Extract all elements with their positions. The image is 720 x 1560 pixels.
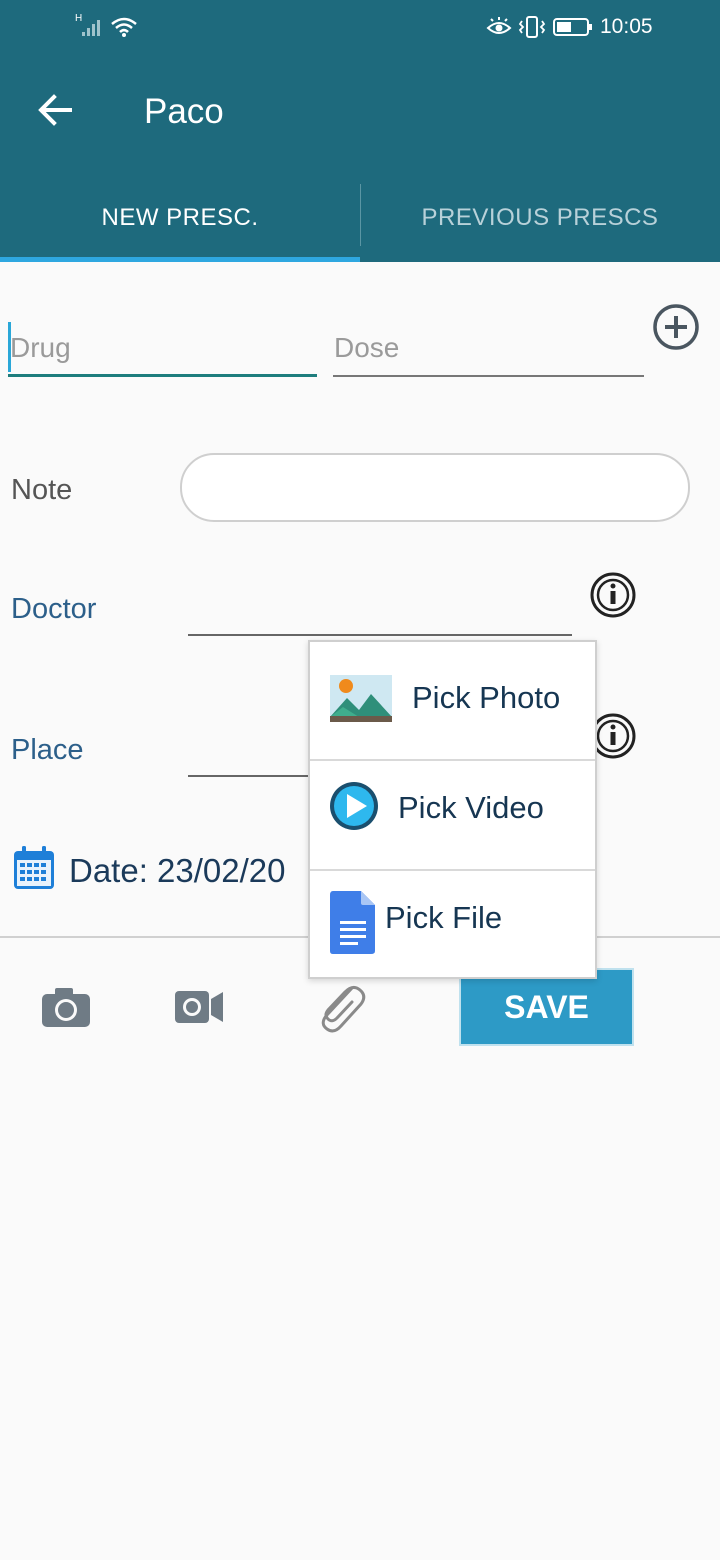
drug-input[interactable]: Drug [10,332,71,364]
doctor-input[interactable] [188,634,572,636]
vibrate-icon [518,16,546,38]
tab-previous-prescs[interactable]: PREVIOUS PRESCS [360,178,720,258]
drug-input-underline [8,374,317,377]
play-icon [330,782,378,830]
info-icon[interactable] [589,571,637,619]
place-label: Place [11,734,84,766]
plus-circle-icon[interactable] [652,303,700,351]
tab-new-presc[interactable]: NEW PRESC. [0,178,360,258]
pick-video-label: Pick Video [398,790,544,825]
wifi-icon [111,17,137,37]
status-bar: H 10:05 [0,0,720,56]
document-icon [330,891,375,954]
app-bar: H 10:05 Paco NEW PRESC. PREVIOUS PRESCS [0,0,720,262]
image-icon [330,675,392,722]
menu-item-pick-file[interactable]: Pick File [310,871,595,981]
menu-item-pick-photo[interactable]: Pick Photo [310,642,595,752]
dose-input[interactable]: Dose [334,332,399,364]
calendar-icon[interactable] [12,845,56,891]
doctor-label: Doctor [11,593,97,625]
pick-photo-label: Pick Photo [412,680,561,715]
video-camera-icon[interactable] [174,987,224,1027]
clock-text: 10:05 [600,15,653,38]
note-input[interactable] [180,453,690,522]
camera-icon[interactable] [41,986,91,1028]
note-label: Note [11,474,73,506]
signal-icon [82,20,100,36]
paperclip-icon[interactable] [314,978,366,1034]
arrow-left-icon[interactable] [36,92,76,128]
menu-item-pick-video[interactable]: Pick Video [310,761,595,871]
dose-input-underline [333,375,644,377]
pick-file-label: Pick File [385,900,503,935]
tab-indicator [0,257,360,262]
battery-icon [553,18,592,36]
page-title: Paco [144,92,224,131]
attach-menu: Pick Photo Pick Video Pick File [308,640,597,979]
eye-comfort-icon [486,17,512,34]
date-text[interactable]: Date: 23/02/20 [69,852,286,890]
